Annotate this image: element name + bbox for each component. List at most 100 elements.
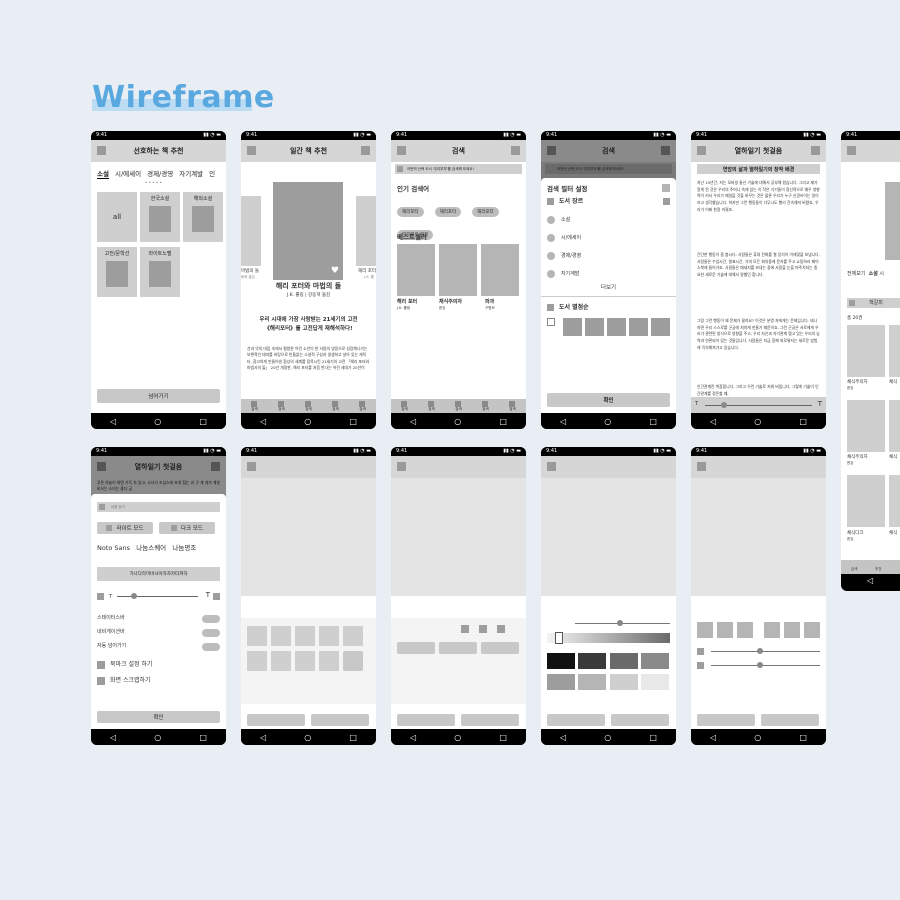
apply-button[interactable] <box>247 714 305 726</box>
tab-4[interactable]: 검색 <box>482 400 489 412</box>
home-nav-icon[interactable]: ○ <box>154 417 161 426</box>
library-book[interactable] <box>889 325 900 377</box>
slider-thumb[interactable] <box>131 593 137 599</box>
color-swatch[interactable] <box>547 674 575 690</box>
library-book[interactable] <box>847 475 885 527</box>
close-icon[interactable] <box>697 462 706 471</box>
color-swatch[interactable] <box>578 653 606 669</box>
tab-4[interactable]: 검색 <box>332 400 339 412</box>
slider-thumb[interactable] <box>757 648 763 654</box>
gradient-picker[interactable] <box>555 632 563 644</box>
back-icon[interactable] <box>97 146 106 155</box>
valign-bottom-icon[interactable] <box>804 622 820 638</box>
back-icon[interactable] <box>97 462 106 471</box>
tab-all[interactable]: 전체보기 <box>847 271 865 277</box>
valign-middle-icon[interactable] <box>784 622 800 638</box>
tab-2[interactable]: 검색 <box>278 400 285 412</box>
popular-pill[interactable]: 해리포터 <box>472 207 499 217</box>
text-search-input[interactable]: 내용 찾기 <box>97 502 220 512</box>
checkbox[interactable] <box>97 661 105 669</box>
tab-more[interactable]: 인 <box>209 168 215 179</box>
category-lightnovel[interactable]: 라이트노벨 <box>140 247 180 297</box>
bg-swatch[interactable] <box>247 626 267 646</box>
recent-nav-icon[interactable]: □ <box>199 417 207 426</box>
tab-1[interactable]: 검색 <box>401 400 408 412</box>
category-korean[interactable]: 한국소설 <box>140 192 180 242</box>
category-all[interactable]: all <box>97 192 137 242</box>
menu-icon[interactable] <box>511 146 520 155</box>
bg-swatch[interactable] <box>247 651 267 671</box>
bestseller-cover[interactable] <box>439 244 477 296</box>
genre-tabs[interactable]: 소설 시/에세이 경제/경영 자기계발 인 <box>91 162 226 181</box>
recent-nav-icon[interactable]: □ <box>649 733 657 742</box>
revert-button[interactable] <box>761 714 819 726</box>
radio[interactable] <box>547 252 555 260</box>
format-icon[interactable] <box>479 625 487 633</box>
bestseller-cover[interactable] <box>481 244 519 296</box>
recent-nav-icon[interactable]: □ <box>799 733 807 742</box>
close-icon[interactable] <box>247 462 256 471</box>
recent-nav-icon[interactable]: □ <box>499 417 507 426</box>
tab-recommend[interactable]: 추천 <box>875 567 881 573</box>
checkbox[interactable] <box>213 593 220 600</box>
back-icon[interactable] <box>247 146 256 155</box>
back-nav-icon[interactable]: ◁ <box>410 733 416 742</box>
tab-2[interactable]: 검색 <box>428 400 435 412</box>
home-nav-icon[interactable]: ○ <box>754 417 761 426</box>
rating-star[interactable] <box>607 318 626 336</box>
home-nav-icon[interactable]: ○ <box>454 733 461 742</box>
tab-poetry[interactable]: 시/에세이 <box>115 168 141 179</box>
library-book[interactable] <box>889 400 900 452</box>
book-cover-prev[interactable] <box>241 196 261 266</box>
book-cover-main[interactable]: ♥ <box>273 182 343 280</box>
menu-icon[interactable] <box>661 146 670 155</box>
search-input[interactable]: 어떤의 산택 도서 '우리부부'를 검색해 보세요! <box>545 164 672 174</box>
font-option-myeongjo[interactable]: 나눔명조 <box>172 544 196 552</box>
gallery-button[interactable] <box>343 651 363 671</box>
checkbox[interactable] <box>547 318 555 326</box>
tab-novel[interactable]: 소설 <box>869 271 878 277</box>
letter-spacing-slider[interactable] <box>711 665 820 666</box>
color-swatch[interactable] <box>578 674 606 690</box>
menu-icon[interactable] <box>211 462 220 471</box>
tab-novel[interactable]: 소설 <box>97 168 109 179</box>
valign-top-icon[interactable] <box>764 622 780 638</box>
recent-nav-icon[interactable]: □ <box>349 733 357 742</box>
slider-thumb[interactable] <box>721 402 727 408</box>
back-nav-icon[interactable]: ◁ <box>110 733 116 742</box>
back-nav-icon[interactable]: ◁ <box>110 417 116 426</box>
color-swatch[interactable] <box>610 674 638 690</box>
home-nav-icon[interactable]: ○ <box>304 733 311 742</box>
rating-star[interactable] <box>585 318 604 336</box>
menu-icon[interactable] <box>361 146 370 155</box>
search-input[interactable]: 어떤의 산택 도서 '우리부부'를 검색해 보세요! <box>395 164 522 174</box>
navbar-toggle[interactable] <box>202 629 220 637</box>
rating-star[interactable] <box>563 318 582 336</box>
slider-thumb[interactable] <box>757 662 763 668</box>
back-icon[interactable] <box>397 146 406 155</box>
format-icon[interactable] <box>497 625 505 633</box>
color-swatch[interactable] <box>641 653 669 669</box>
close-icon[interactable] <box>662 184 670 192</box>
search-icon[interactable] <box>99 504 105 510</box>
statusbar-toggle[interactable] <box>202 615 220 623</box>
bg-swatch[interactable] <box>343 626 363 646</box>
line-spacing-slider[interactable] <box>711 651 820 652</box>
dark-mode-button[interactable]: 다크 모드 <box>159 522 215 534</box>
font-size-slider[interactable] <box>117 596 198 597</box>
back-icon[interactable] <box>847 146 856 155</box>
font-myeongjo-button[interactable] <box>481 642 519 654</box>
rating-star[interactable] <box>629 318 648 336</box>
back-nav-icon[interactable]: ◁ <box>260 733 266 742</box>
popular-pill[interactable]: 해리포터 <box>397 207 424 217</box>
revert-button[interactable] <box>461 714 519 726</box>
bg-swatch[interactable] <box>319 651 339 671</box>
tab-3[interactable]: 검색 <box>305 400 312 412</box>
back-nav-icon[interactable]: ◁ <box>560 417 566 426</box>
autopage-toggle[interactable] <box>202 643 220 651</box>
tab-selfhelp[interactable]: 자기계발 <box>179 168 203 179</box>
home-nav-icon[interactable]: ○ <box>604 417 611 426</box>
confirm-button[interactable]: 확인 <box>97 711 220 723</box>
home-nav-icon[interactable]: ○ <box>604 733 611 742</box>
tab-economy[interactable]: 경제/경영 <box>147 168 173 179</box>
